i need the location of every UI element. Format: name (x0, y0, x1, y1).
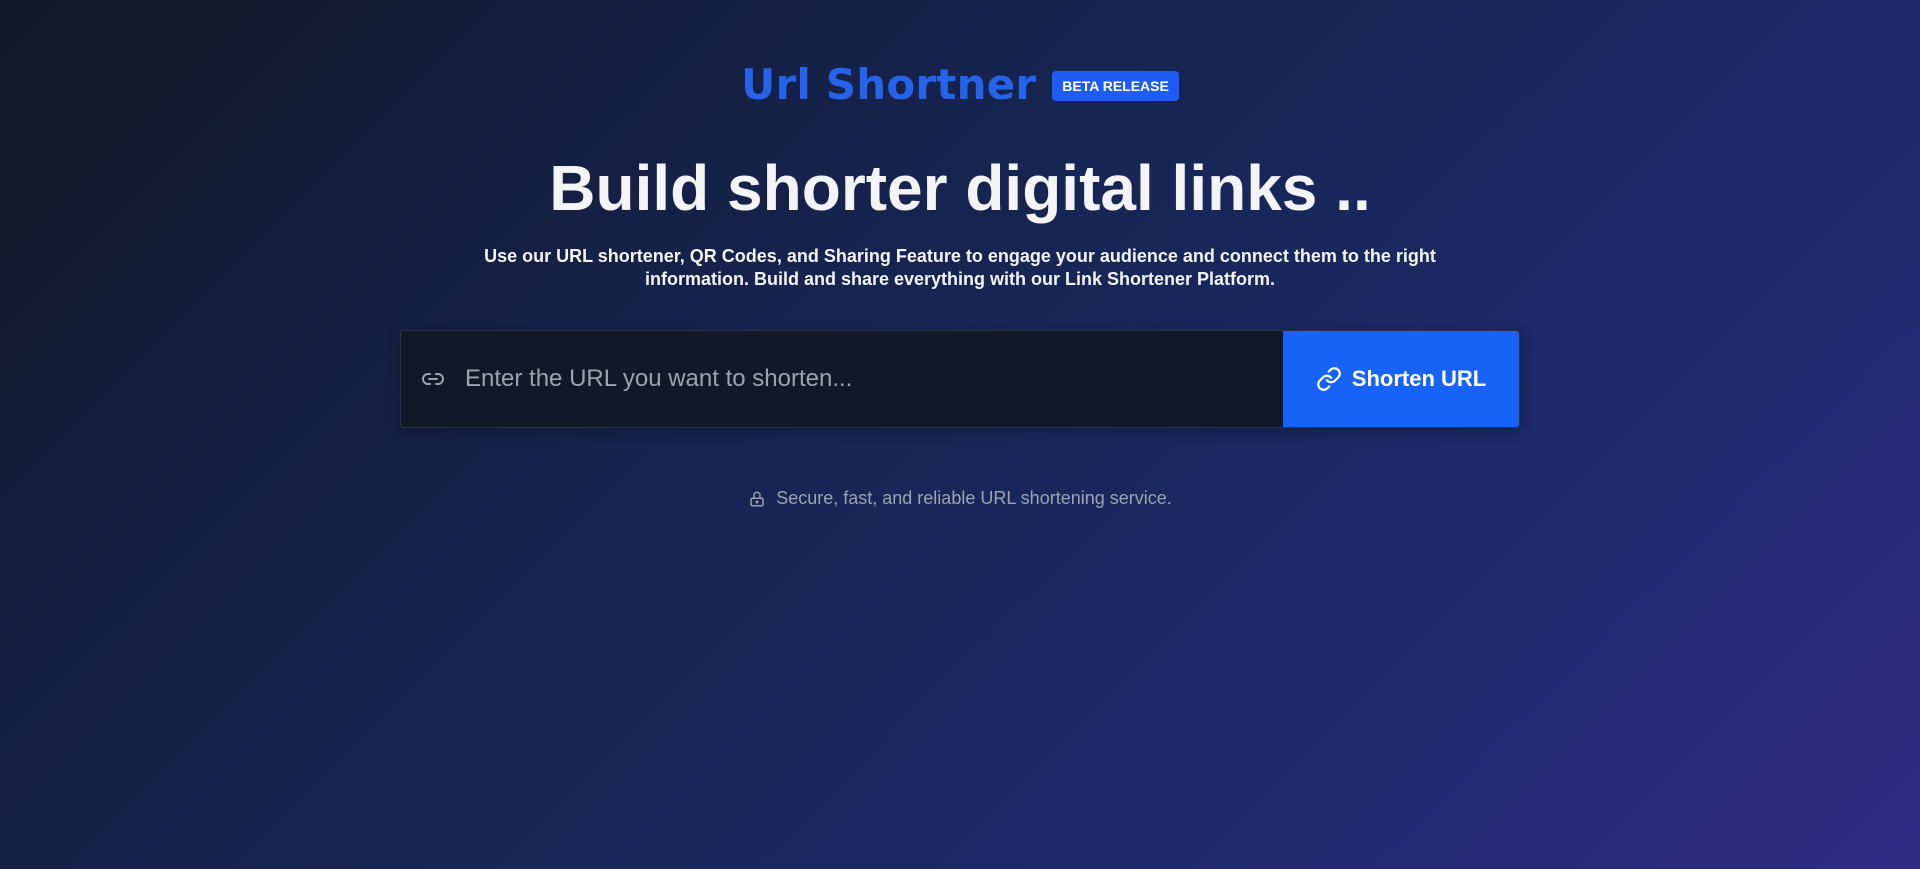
page: Url Shortner BETA RELEASE Build shorter … (0, 0, 1920, 869)
link-icon (421, 367, 445, 391)
hero-subtext: Use our URL shortener, QR Codes, and Sha… (460, 245, 1460, 291)
hero-headline: Build shorter digital links .. (549, 152, 1371, 224)
security-note-text: Secure, fast, and reliable URL shortenin… (776, 488, 1172, 508)
chain-link-icon (1316, 366, 1342, 392)
url-input-wrapper (401, 331, 1283, 427)
shorten-url-button[interactable]: Shorten URL (1283, 331, 1519, 427)
security-note: Secure, fast, and reliable URL shortenin… (0, 488, 1920, 509)
beta-badge: BETA RELEASE (1052, 71, 1179, 101)
shorten-url-button-label: Shorten URL (1351, 366, 1487, 391)
url-input[interactable] (465, 359, 1283, 399)
shorten-form: Shorten URL (400, 330, 1520, 428)
brand-title[interactable]: Url Shortner (741, 60, 1036, 110)
hero-subtext-line-1: Use our URL shortener, QR Codes, and Sha… (484, 246, 1436, 266)
hero-subtext-line-2: information. Build and share everything … (644, 269, 1276, 289)
brand-header: Url Shortner BETA RELEASE (0, 60, 1920, 110)
lock-icon (748, 490, 766, 508)
